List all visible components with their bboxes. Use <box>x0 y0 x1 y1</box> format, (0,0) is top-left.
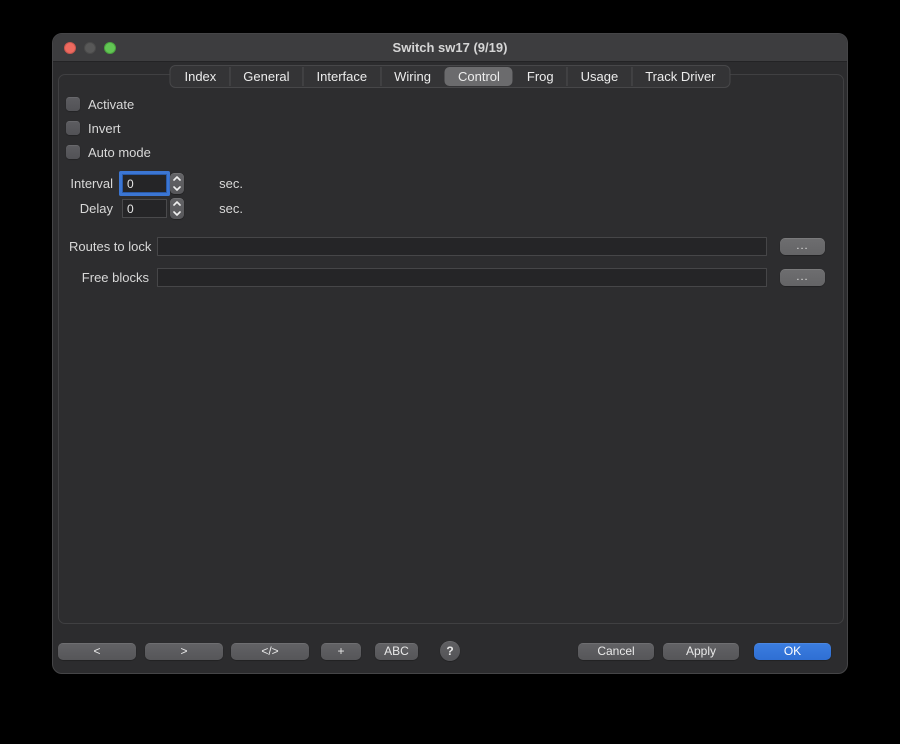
cancel-button[interactable]: Cancel <box>578 643 654 660</box>
free-blocks-row: Free blocks ... <box>69 268 825 287</box>
window-title: Switch sw17 (9/19) <box>53 34 847 62</box>
markup-button[interactable]: </> <box>231 643 309 660</box>
stepper-up-button[interactable] <box>170 198 184 209</box>
tab-general[interactable]: General <box>229 67 302 86</box>
tab-control[interactable]: Control <box>444 67 513 86</box>
interval-stepper <box>170 173 184 194</box>
invert-checkbox[interactable] <box>66 121 80 135</box>
stepper-down-button[interactable] <box>170 209 184 220</box>
tab-usage[interactable]: Usage <box>567 67 632 86</box>
tab-bar: Index General Interface Wiring Control F… <box>169 65 730 88</box>
activate-row: Activate <box>66 96 134 112</box>
invert-label: Invert <box>88 121 121 136</box>
routes-browse-button[interactable]: ... <box>780 238 825 255</box>
free-blocks-label: Free blocks <box>69 270 149 285</box>
tab-track-driver[interactable]: Track Driver <box>631 67 728 86</box>
auto-mode-checkbox[interactable] <box>66 145 80 159</box>
auto-mode-row: Auto mode <box>66 144 151 160</box>
ok-button[interactable]: OK <box>754 643 831 660</box>
delay-row: Delay sec. <box>69 198 252 219</box>
help-button[interactable]: ? <box>440 641 460 661</box>
free-blocks-input[interactable] <box>157 268 767 287</box>
activate-checkbox[interactable] <box>66 97 80 111</box>
auto-mode-label: Auto mode <box>88 145 151 160</box>
invert-row: Invert <box>66 120 121 136</box>
free-blocks-browse-button[interactable]: ... <box>780 269 825 286</box>
routes-to-lock-label: Routes to lock <box>69 239 149 254</box>
title-bar: Switch sw17 (9/19) <box>53 34 847 62</box>
tab-interface[interactable]: Interface <box>303 67 381 86</box>
abc-button[interactable]: ABC <box>375 643 418 660</box>
tab-wiring[interactable]: Wiring <box>380 67 444 86</box>
delay-stepper <box>170 198 184 219</box>
interval-input[interactable] <box>122 174 167 193</box>
bottom-toolbar: < > </> + ABC ? Cancel Apply OK <box>58 642 831 660</box>
tab-frog[interactable]: Frog <box>513 67 567 86</box>
interval-unit-label: sec. <box>199 176 243 191</box>
delay-unit-label: sec. <box>199 201 243 216</box>
routes-to-lock-row: Routes to lock ... <box>69 237 825 256</box>
add-button[interactable]: + <box>321 643 361 660</box>
previous-button[interactable]: < <box>58 643 136 660</box>
activate-label: Activate <box>88 97 134 112</box>
dialog-window: Switch sw17 (9/19) Index General Interfa… <box>52 33 848 674</box>
routes-to-lock-input[interactable] <box>157 237 767 256</box>
interval-label: Interval <box>69 176 113 191</box>
control-tab-panel: Activate Invert Auto mode Interval sec. <box>58 74 844 624</box>
tab-index[interactable]: Index <box>171 67 229 86</box>
interval-row: Interval sec. <box>69 173 252 194</box>
apply-button[interactable]: Apply <box>663 643 739 660</box>
stepper-down-button[interactable] <box>170 184 184 195</box>
delay-input[interactable] <box>122 199 167 218</box>
delay-label: Delay <box>69 201 113 216</box>
next-button[interactable]: > <box>145 643 223 660</box>
stepper-up-button[interactable] <box>170 173 184 184</box>
